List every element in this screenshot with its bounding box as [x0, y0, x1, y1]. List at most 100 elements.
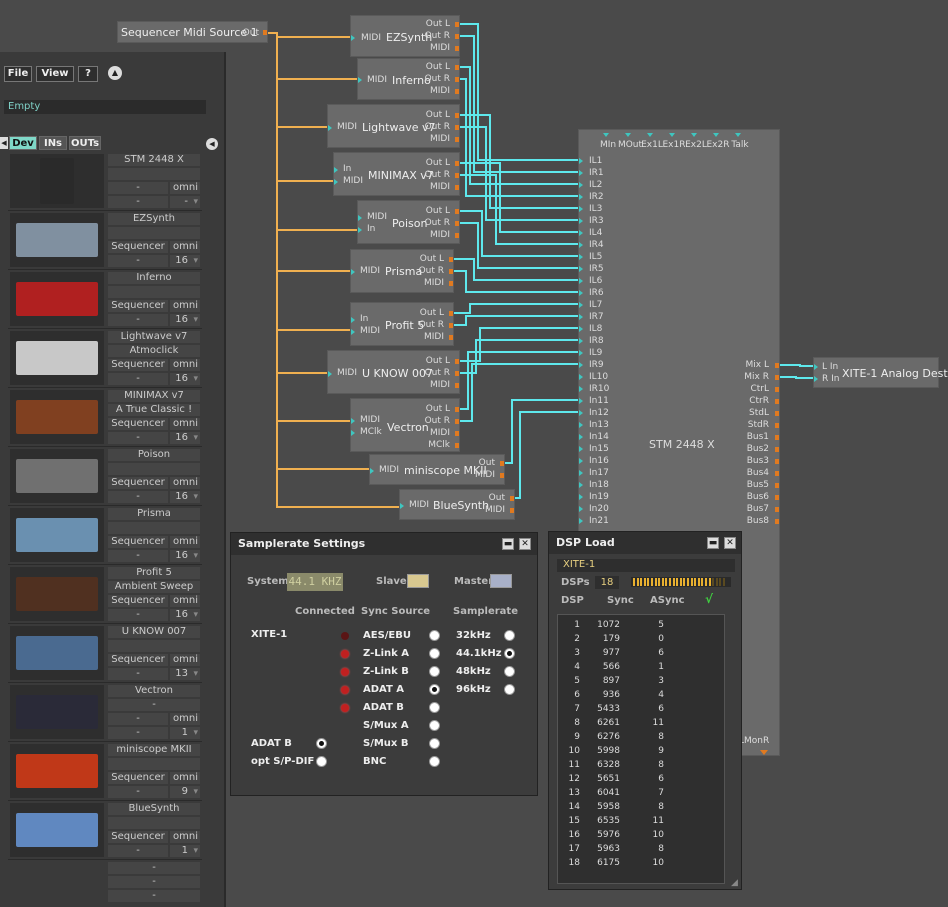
- port-out-pin[interactable]: [455, 22, 459, 27]
- device-midi-channel[interactable]: 1: [170, 845, 200, 857]
- sync-source-radio[interactable]: [429, 756, 440, 767]
- port-in-pin[interactable]: [351, 418, 355, 424]
- port-in-pin[interactable]: [351, 430, 355, 436]
- port-in-pin[interactable]: [351, 317, 355, 323]
- patch-cable[interactable]: [460, 351, 578, 410]
- stm-output-pin[interactable]: [775, 459, 779, 464]
- port-in-pin[interactable]: [358, 215, 362, 221]
- stm-output-pin[interactable]: [775, 495, 779, 500]
- collapse-up-icon[interactable]: ▲: [108, 66, 122, 80]
- close-button[interactable]: ✕: [724, 537, 736, 549]
- resize-grip-icon[interactable]: ◢: [731, 878, 738, 888]
- stm-input-pin[interactable]: [579, 302, 583, 308]
- patch-cable[interactable]: [460, 78, 578, 197]
- help-menu[interactable]: ?: [78, 66, 98, 82]
- stm-input-pin[interactable]: [579, 194, 583, 200]
- stm-monitor-pin[interactable]: [760, 750, 768, 755]
- stm-input-pin[interactable]: [579, 398, 583, 404]
- port-out-pin[interactable]: [449, 311, 453, 316]
- stm-input-pin[interactable]: [579, 506, 583, 512]
- stm-output-pin[interactable]: [775, 507, 779, 512]
- stm-top-pin[interactable]: [735, 133, 741, 137]
- collapse-left-icon[interactable]: ◀: [206, 138, 218, 150]
- port-out-pin[interactable]: [455, 89, 459, 94]
- port-in-pin[interactable]: [334, 167, 338, 173]
- stm-input-pin[interactable]: [579, 266, 583, 272]
- stm-input-pin[interactable]: [579, 290, 583, 296]
- stm-input-pin[interactable]: [579, 422, 583, 428]
- samplerate-radio[interactable]: [504, 630, 515, 641]
- device-midi-source[interactable]: Sequencer: [108, 477, 168, 489]
- device-midi-channel[interactable]: 16: [170, 373, 200, 385]
- device-midi-source[interactable]: Sequencer: [108, 359, 168, 371]
- port-in-pin[interactable]: [334, 179, 338, 185]
- port-out-pin[interactable]: [510, 508, 514, 513]
- patch-cable[interactable]: [460, 23, 578, 161]
- device-midi-source[interactable]: Sequencer: [108, 241, 168, 253]
- tab-dev[interactable]: Dev: [9, 136, 37, 150]
- port-out-pin[interactable]: [455, 137, 459, 142]
- stm-input-pin[interactable]: [579, 242, 583, 248]
- device-midi-port[interactable]: omni: [170, 654, 200, 666]
- device-midi-channel[interactable]: 16: [170, 255, 200, 267]
- slave-button[interactable]: [407, 574, 429, 588]
- device-midi-source[interactable]: Sequencer: [108, 536, 168, 548]
- port-in-pin[interactable]: [351, 269, 355, 275]
- stm-input-pin[interactable]: [579, 182, 583, 188]
- stm-output-pin[interactable]: [775, 411, 779, 416]
- patch-cable[interactable]: [460, 327, 578, 362]
- stm-input-pin[interactable]: [579, 362, 583, 368]
- port-out-pin[interactable]: [455, 221, 459, 226]
- source-out-pin[interactable]: [263, 30, 267, 35]
- patch-cable[interactable]: [780, 364, 813, 367]
- port-out-pin[interactable]: [449, 281, 453, 286]
- node-poison[interactable]: MIDI In Poison Out L Out R MIDI: [357, 200, 460, 244]
- view-menu[interactable]: View: [36, 66, 74, 82]
- device-midi-source[interactable]: Sequencer: [108, 300, 168, 312]
- stm-input-pin[interactable]: [579, 170, 583, 176]
- port-out-pin[interactable]: [449, 335, 453, 340]
- device-midi-source[interactable]: Sequencer: [108, 654, 168, 666]
- device-midi-port[interactable]: omni: [170, 477, 200, 489]
- patch-cable[interactable]: [454, 303, 578, 314]
- device-card[interactable]: miniscope MKII Sequencer omni -9: [8, 742, 202, 801]
- port-out-pin[interactable]: [510, 496, 514, 501]
- stm-input-pin[interactable]: [579, 314, 583, 320]
- device-card[interactable]: MINIMAX v7 A True Classic ! Sequencer omni -…: [8, 388, 202, 447]
- port-out-pin[interactable]: [455, 113, 459, 118]
- device-midi-source[interactable]: -: [108, 182, 168, 194]
- device-midi-port[interactable]: omni: [170, 536, 200, 548]
- stm-input-pin[interactable]: [579, 206, 583, 212]
- node-ezsynth[interactable]: MIDI EZSynth Out L Out R MIDI: [350, 15, 460, 57]
- optical-mode-radio[interactable]: [316, 738, 327, 749]
- stm-output-pin[interactable]: [775, 375, 779, 380]
- device-card[interactable]: Inferno Sequencer omni -16: [8, 270, 202, 329]
- device-midi-port[interactable]: omni: [170, 359, 200, 371]
- device-midi-port[interactable]: omni: [170, 182, 200, 194]
- minimize-button[interactable]: ▬: [502, 538, 514, 550]
- device-card[interactable]: Vectron - - omni -1: [8, 683, 202, 742]
- port-out-pin[interactable]: [455, 371, 459, 376]
- sync-source-radio[interactable]: [429, 630, 440, 641]
- port-out-pin[interactable]: [455, 419, 459, 424]
- device-midi-channel[interactable]: 9: [170, 786, 200, 798]
- stm-input-pin[interactable]: [579, 254, 583, 260]
- scroll-left-icon[interactable]: ◀: [0, 137, 8, 149]
- port-in-pin[interactable]: [328, 371, 332, 377]
- sequencer-midi-source[interactable]: Sequencer Midi Source 1 Out: [117, 21, 268, 43]
- tab-ins[interactable]: INs: [39, 136, 67, 150]
- port-out-pin[interactable]: [449, 269, 453, 274]
- patch-cable[interactable]: [454, 258, 578, 281]
- master-button[interactable]: [490, 574, 512, 588]
- patch-cable[interactable]: [460, 126, 578, 221]
- stm-input-pin[interactable]: [579, 230, 583, 236]
- port-in-pin[interactable]: [351, 329, 355, 335]
- samplerate-radio[interactable]: [504, 684, 515, 695]
- patch-cable[interactable]: [460, 210, 578, 257]
- stm-top-pin[interactable]: [625, 133, 631, 137]
- stm-input-pin[interactable]: [579, 518, 583, 524]
- device-midi-source[interactable]: Sequencer: [108, 595, 168, 607]
- device-midi-channel[interactable]: 16: [170, 491, 200, 503]
- minimize-button[interactable]: ▬: [707, 537, 719, 549]
- node-uknow[interactable]: MIDI U KNOW 007 Out L Out R MIDI: [327, 350, 460, 394]
